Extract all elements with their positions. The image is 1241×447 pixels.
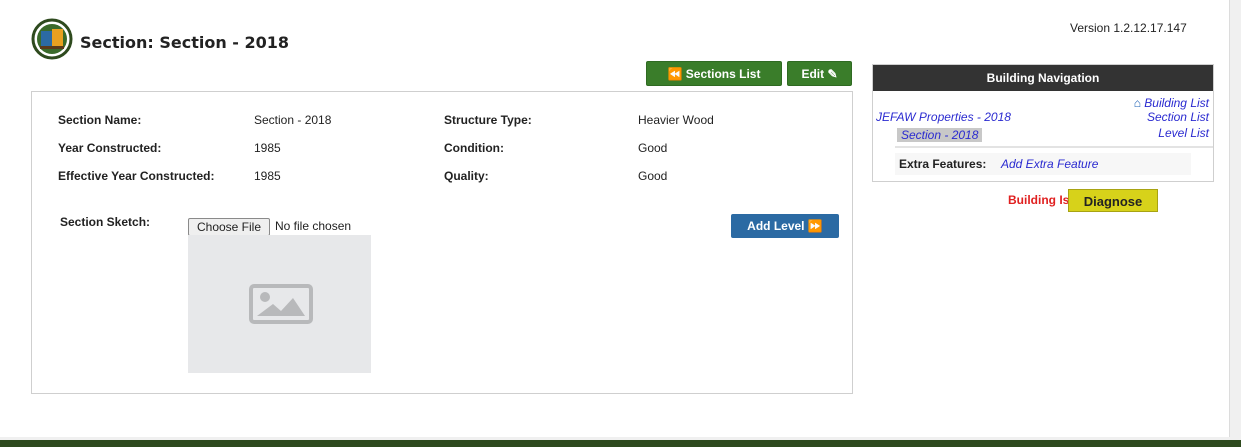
add-level-button[interactable]: Add Level ⏩ [731, 214, 839, 238]
diagnose-button[interactable]: Diagnose [1068, 189, 1158, 212]
section-list-link[interactable]: Section List [1147, 110, 1209, 124]
no-file-text: No file chosen [275, 219, 352, 233]
image-placeholder-icon [249, 284, 313, 324]
condition-value: Good [638, 141, 668, 155]
sections-list-button[interactable]: ⏪ Sections List [646, 61, 782, 86]
level-list-link[interactable]: Level List [1158, 126, 1209, 140]
add-extra-feature-link[interactable]: Add Extra Feature [1001, 157, 1098, 171]
property-link[interactable]: JEFAW Properties - 2018 [876, 110, 1011, 124]
sections-list-label: Sections List [685, 67, 761, 81]
choose-file-button[interactable]: Choose File [188, 218, 270, 236]
quality-value: Good [638, 169, 668, 183]
add-level-label: Add Level [747, 219, 805, 233]
building-navigation-header: Building Navigation [873, 65, 1213, 91]
page-title: Section: Section - 2018 [80, 33, 290, 52]
edit-button[interactable]: Edit ✎ [787, 61, 852, 86]
page: Version 1.2.12.17.147 Section: Section -… [0, 0, 1230, 437]
structure-type-label: Structure Type: [444, 113, 532, 127]
building-list-link[interactable]: ⌂ Building List [1134, 96, 1209, 110]
quality-label: Quality: [444, 169, 489, 183]
nav-divider [895, 146, 1213, 148]
double-left-arrow-icon: ⏪ [667, 67, 683, 81]
extra-features-label: Extra Features: [899, 157, 987, 171]
pencil-icon: ✎ [827, 67, 838, 81]
condition-label: Condition: [444, 141, 504, 155]
sketch-placeholder [188, 235, 371, 373]
effective-year-value: 1985 [254, 169, 281, 183]
structure-type-value: Heavier Wood [638, 113, 714, 127]
section-name-value: Section - 2018 [254, 113, 332, 127]
extra-features-row: Extra Features: Add Extra Feature [895, 153, 1191, 175]
year-constructed-value: 1985 [254, 141, 281, 155]
current-section-link[interactable]: Section - 2018 [897, 128, 983, 142]
version-text: Version 1.2.12.17.147 [1070, 21, 1187, 35]
building-logo-icon [31, 18, 73, 60]
section-name-label: Section Name: [58, 113, 142, 127]
effective-year-label: Effective Year Constructed: [58, 169, 215, 183]
building-list-label: Building List [1144, 96, 1209, 110]
edit-label: Edit [801, 67, 825, 81]
year-constructed-label: Year Constructed: [58, 141, 162, 155]
double-right-arrow-icon: ⏩ [807, 219, 823, 233]
footer-bar [0, 440, 1241, 447]
section-sketch-label: Section Sketch: [60, 215, 151, 229]
section-details-card: Section Name: Section - 2018 Structure T… [31, 91, 853, 394]
home-icon: ⌂ [1133, 96, 1141, 110]
building-navigation-panel: Building Navigation ⌂ Building List JEFA… [872, 64, 1214, 182]
